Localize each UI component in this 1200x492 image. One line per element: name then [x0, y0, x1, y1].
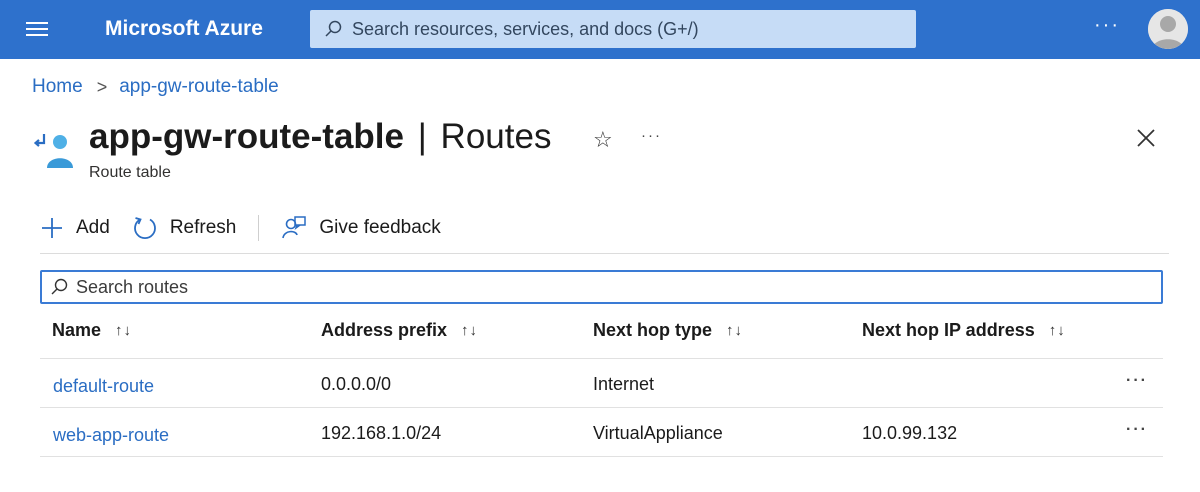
header-divider: [40, 358, 1163, 359]
sort-icon[interactable]: ↑↓: [461, 322, 478, 339]
user-avatar-icon: [1148, 9, 1188, 49]
breadcrumb-separator: >: [96, 76, 108, 97]
resource-name: app-gw-route-table: [89, 117, 404, 156]
favorite-star-icon[interactable]: ☆: [593, 127, 613, 153]
route-name-link[interactable]: web-app-route: [53, 425, 169, 446]
row-divider: [40, 456, 1163, 457]
title-divider: |: [417, 117, 427, 156]
route-table-icon: [34, 134, 73, 168]
column-header-next-hop-ip[interactable]: Next hop IP address ↑↓: [862, 320, 1066, 341]
page-title: app-gw-route-table | Routes: [89, 117, 551, 157]
column-header-address-prefix[interactable]: Address prefix ↑↓: [321, 320, 478, 341]
search-icon: [51, 278, 68, 295]
refresh-label: Refresh: [169, 217, 237, 238]
toolbar-divider: [258, 215, 260, 241]
address-prefix-cell: 0.0.0.0/0: [321, 374, 392, 394]
column-header-name[interactable]: Name ↑↓: [52, 320, 132, 341]
global-search-input[interactable]: [352, 18, 892, 40]
title-more-icon[interactable]: ···: [641, 127, 662, 144]
top-bar: Microsoft Azure ···: [0, 0, 1200, 59]
toolbar-separator: [40, 253, 1169, 254]
route-name-link[interactable]: default-route: [53, 376, 154, 397]
column-header-label: Next hop IP address: [862, 320, 1035, 340]
feedback-icon: [282, 216, 307, 239]
column-header-label: Name: [52, 320, 102, 340]
section-name: Routes: [440, 117, 552, 156]
column-header-label: Next hop type: [593, 320, 713, 340]
column-header-label: Address prefix: [321, 320, 448, 340]
next-hop-ip-cell: 10.0.99.132: [862, 423, 958, 443]
plus-icon: [42, 218, 62, 238]
sort-icon[interactable]: ↑↓: [115, 322, 132, 339]
add-button[interactable]: Add: [40, 216, 110, 240]
give-feedback-label: Give feedback: [319, 217, 441, 238]
avatar[interactable]: [1148, 9, 1188, 49]
address-prefix-cell: 192.168.1.0/24: [321, 423, 442, 443]
sort-icon[interactable]: ↑↓: [726, 322, 743, 339]
add-label: Add: [76, 217, 110, 238]
search-icon: [325, 20, 342, 37]
command-toolbar: Add Refresh Give feedback: [40, 210, 441, 246]
sort-icon[interactable]: ↑↓: [1049, 322, 1066, 339]
breadcrumb-current[interactable]: app-gw-route-table: [119, 76, 278, 98]
hamburger-menu-icon[interactable]: [26, 20, 50, 38]
column-header-next-hop-type[interactable]: Next hop type ↑↓: [593, 320, 743, 341]
row-more-icon[interactable]: ···: [1126, 372, 1148, 390]
next-hop-type-cell: Internet: [593, 374, 655, 394]
row-more-icon[interactable]: ···: [1126, 421, 1148, 439]
row-divider: [40, 407, 1163, 408]
next-hop-type-cell: VirtualAppliance: [593, 423, 723, 443]
close-icon[interactable]: [1134, 126, 1158, 150]
global-search-box[interactable]: [310, 10, 916, 48]
brand-title[interactable]: Microsoft Azure: [105, 17, 263, 41]
refresh-button[interactable]: Refresh: [132, 215, 237, 241]
search-routes-box[interactable]: [40, 270, 1163, 304]
breadcrumb: Home > app-gw-route-table: [32, 76, 279, 98]
search-routes-input[interactable]: [76, 276, 1076, 298]
resource-type-subtitle: Route table: [89, 164, 171, 181]
give-feedback-button[interactable]: Give feedback: [281, 215, 441, 241]
top-more-icon[interactable]: ···: [1094, 14, 1120, 37]
breadcrumb-home[interactable]: Home: [32, 76, 83, 98]
refresh-icon: [133, 217, 156, 240]
